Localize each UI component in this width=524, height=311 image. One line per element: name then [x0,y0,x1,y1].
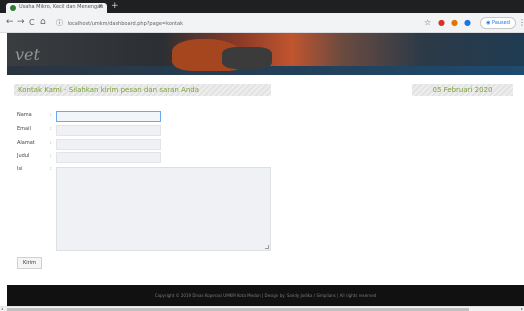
url-text: localhost/umkm/dashboard.php?page=kontak [67,21,183,27]
address-label: Alamat [17,140,35,146]
site-info-icon[interactable]: ⓘ [56,19,63,27]
reload-button[interactable]: C [29,17,35,28]
submit-button[interactable]: Kirim [17,257,42,269]
site-favicon-icon [10,5,16,11]
name-input[interactable] [56,111,161,122]
home-button[interactable]: ⌂ [40,17,46,28]
forward-button[interactable]: → [17,17,25,28]
email-colon: : [50,126,52,132]
page-title: Kontak Kami - Silahkan kirim pesan dan s… [14,84,271,96]
message-textarea[interactable] [56,167,271,251]
message-colon: : [50,166,52,172]
profile-avatar-icon: ◉ [486,20,491,26]
new-tab-button[interactable]: + [111,2,119,11]
extension-flame-icon[interactable]: ● [451,18,458,27]
subject-label: Judul [17,153,30,159]
address-input[interactable] [56,139,161,150]
tab-close-icon[interactable]: × [98,3,103,10]
scroll-right-icon[interactable]: ▸ [521,306,523,311]
email-label: Email [17,126,31,132]
message-label: Isi [17,166,23,172]
extension-blue-icon[interactable]: ● [464,18,471,27]
banner-sign-text: vet [15,45,40,64]
profile-paused-button[interactable]: ◉ Paused [480,17,516,29]
tab-title: Usaha Mikro, Kecil dan Menengah [19,4,104,10]
email-input[interactable] [56,125,161,136]
browser-menu-icon[interactable]: ⋮ [518,18,524,27]
bookmark-star-icon[interactable]: ☆ [424,18,431,27]
address-bar[interactable]: ⓘ localhost/umkm/dashboard.php?page=kont… [56,18,416,29]
subject-input[interactable] [56,152,161,163]
resize-handle-icon[interactable] [265,245,269,249]
subject-colon: : [50,153,52,159]
header-banner-image: vet [7,33,524,75]
horizontal-scrollbar[interactable]: ◂ ▸ [0,306,524,311]
extension-o-icon[interactable]: ● [438,18,445,27]
browser-tab-bar: Usaha Mikro, Kecil dan Menengah × + [0,0,524,13]
browser-toolbar: ← → C ⌂ ⓘ localhost/umkm/dashboard.php?p… [0,13,524,33]
name-colon: : [50,112,52,118]
current-date: 05 Februari 2020 [412,84,513,96]
footer-copyright: Copyright © 2019 Dinas Koperasi UMKM Kot… [7,285,524,306]
back-button[interactable]: ← [6,17,14,28]
scroll-left-icon[interactable]: ◂ [1,306,3,311]
browser-tab[interactable]: Usaha Mikro, Kecil dan Menengah × [6,3,107,13]
paused-label: Paused [492,20,510,26]
address-colon: : [50,140,52,146]
name-label: Nama [17,112,32,118]
banner-figure-shadow [222,47,272,69]
